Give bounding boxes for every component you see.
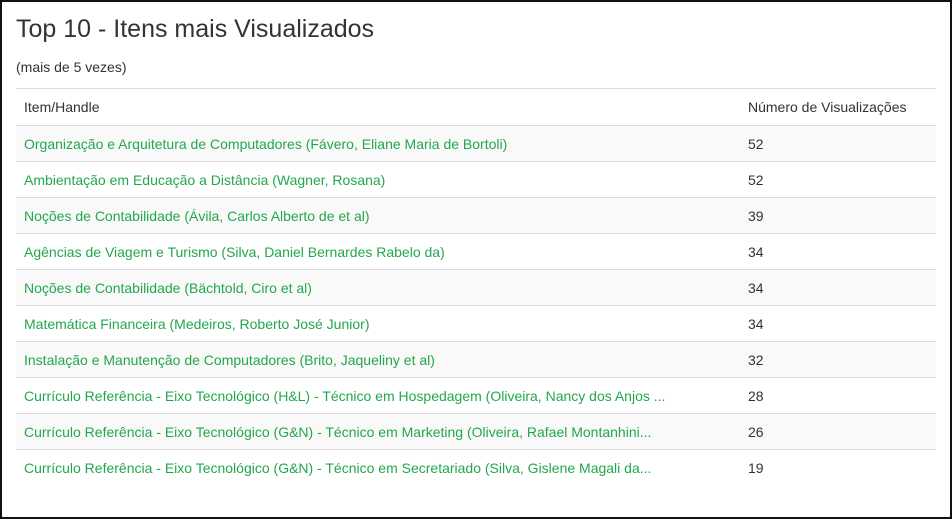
table-row: Currículo Referência - Eixo Tecnológico … (16, 449, 936, 486)
report-panel: Top 10 - Itens mais Visualizados (mais d… (0, 0, 952, 519)
top-items-table: Item/Handle Número de Visualizações Orga… (16, 88, 936, 486)
item-cell: Ambientação em Educação a Distância (Wag… (16, 161, 740, 198)
views-cell: 52 (740, 125, 936, 162)
views-cell: 34 (740, 305, 936, 342)
table-row: Agências de Viagem e Turismo (Silva, Dan… (16, 233, 936, 270)
item-link[interactable]: Ambientação em Educação a Distância (Wag… (24, 172, 385, 188)
item-cell: Noções de Contabilidade (Bächtold, Ciro … (16, 269, 740, 306)
item-link[interactable]: Organização e Arquitetura de Computadore… (24, 136, 507, 152)
item-cell: Noções de Contabilidade (Ávila, Carlos A… (16, 197, 740, 234)
item-link[interactable]: Currículo Referência - Eixo Tecnológico … (24, 424, 651, 440)
views-cell: 39 (740, 197, 936, 234)
item-cell: Agências de Viagem e Turismo (Silva, Dan… (16, 233, 740, 270)
item-link[interactable]: Agências de Viagem e Turismo (Silva, Dan… (24, 244, 445, 260)
column-header-item: Item/Handle (16, 88, 740, 126)
views-cell: 19 (740, 449, 936, 486)
item-cell: Currículo Referência - Eixo Tecnológico … (16, 377, 740, 414)
views-cell: 52 (740, 161, 936, 198)
item-cell: Matemática Financeira (Medeiros, Roberto… (16, 305, 740, 342)
table-row: Noções de Contabilidade (Ávila, Carlos A… (16, 197, 936, 234)
views-cell: 34 (740, 269, 936, 306)
views-cell: 32 (740, 341, 936, 378)
table-row: Matemática Financeira (Medeiros, Roberto… (16, 305, 936, 342)
item-link[interactable]: Noções de Contabilidade (Ávila, Carlos A… (24, 208, 370, 224)
table-row: Noções de Contabilidade (Bächtold, Ciro … (16, 269, 936, 306)
item-cell: Currículo Referência - Eixo Tecnológico … (16, 449, 740, 486)
table-row: Ambientação em Educação a Distância (Wag… (16, 161, 936, 198)
column-header-views: Número de Visualizações (740, 88, 936, 126)
page-title: Top 10 - Itens mais Visualizados (16, 15, 375, 43)
item-cell: Instalação e Manutenção de Computadores … (16, 341, 740, 378)
views-cell: 34 (740, 233, 936, 270)
views-cell: 26 (740, 413, 936, 450)
page-subtitle: (mais de 5 vezes) (16, 59, 127, 75)
table-header: Item/Handle Número de Visualizações (16, 88, 936, 126)
item-cell: Currículo Referência - Eixo Tecnológico … (16, 413, 740, 450)
item-link[interactable]: Currículo Referência - Eixo Tecnológico … (24, 388, 665, 404)
item-link[interactable]: Matemática Financeira (Medeiros, Roberto… (24, 316, 369, 332)
table-header-row: Item/Handle Número de Visualizações (16, 88, 936, 126)
table-row: Currículo Referência - Eixo Tecnológico … (16, 413, 936, 450)
table-row: Organização e Arquitetura de Computadore… (16, 125, 936, 162)
views-cell: 28 (740, 377, 936, 414)
item-link[interactable]: Noções de Contabilidade (Bächtold, Ciro … (24, 280, 312, 296)
table-body: Organização e Arquitetura de Computadore… (16, 125, 936, 486)
item-cell: Organização e Arquitetura de Computadore… (16, 125, 740, 162)
table-row: Currículo Referência - Eixo Tecnológico … (16, 377, 936, 414)
item-link[interactable]: Currículo Referência - Eixo Tecnológico … (24, 460, 651, 476)
item-link[interactable]: Instalação e Manutenção de Computadores … (24, 352, 435, 368)
table-row: Instalação e Manutenção de Computadores … (16, 341, 936, 378)
